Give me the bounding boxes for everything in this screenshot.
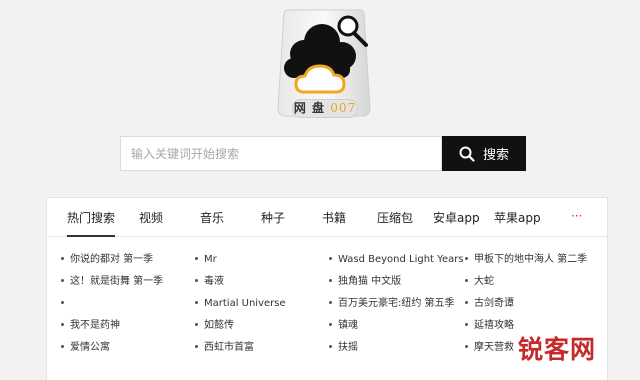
bullet-icon xyxy=(329,300,332,304)
hot-search-item-label: 独角猫 中文版 xyxy=(338,276,402,287)
logo-label-text: 网 盘 xyxy=(293,101,326,115)
hot-search-item[interactable]: 独角猫 中文版 xyxy=(329,276,401,288)
hot-search-item-label: 甲板下的地中海人 第二季 xyxy=(474,254,588,265)
site-logo[interactable]: 网 盘 007 xyxy=(270,8,378,120)
tab-more[interactable]: ··· xyxy=(571,209,582,223)
hot-search-item[interactable]: 毒液 xyxy=(195,276,224,288)
bullet-icon xyxy=(61,278,64,282)
tab-hot-search[interactable]: 热门搜索 xyxy=(67,209,116,237)
bullet-icon xyxy=(195,344,198,348)
bullet-icon xyxy=(329,256,332,260)
hot-search-item-label: Mr xyxy=(204,254,217,265)
hot-search-item[interactable]: 西虹市首富 xyxy=(195,342,254,354)
bullet-icon xyxy=(195,300,198,304)
hot-search-item[interactable]: Mr xyxy=(195,254,217,266)
bullet-icon xyxy=(195,278,198,282)
bullet-icon xyxy=(195,322,198,326)
bullet-icon xyxy=(465,322,468,326)
search-button-label: 搜索 xyxy=(482,148,509,163)
hot-search-item[interactable]: 百万美元豪宅:纽约 第五季 xyxy=(329,298,455,310)
hot-search-item-label: Martial Universe xyxy=(204,298,286,309)
tab-books[interactable]: 书籍 xyxy=(322,209,346,226)
hot-search-item[interactable]: 我不是药神 xyxy=(61,320,120,332)
bullet-icon xyxy=(61,344,64,348)
bullet-icon xyxy=(465,300,468,304)
tab-android-app[interactable]: 安卓app xyxy=(433,209,480,226)
logo-label-number: 007 xyxy=(330,101,357,115)
hot-search-item-label: Wasd Beyond Light Years xyxy=(338,254,464,265)
hot-search-item[interactable]: 甲板下的地中海人 第二季 xyxy=(465,254,587,266)
tab-ios-app[interactable]: 苹果app xyxy=(494,209,541,226)
hot-search-item-label: 古剑奇谭 xyxy=(474,298,514,309)
bullet-icon xyxy=(61,300,64,304)
hot-search-item-label: 延禧攻略 xyxy=(474,320,514,331)
bullet-icon xyxy=(329,322,332,326)
hot-search-item-label: 百万美元豪宅:纽约 第五季 xyxy=(338,298,455,309)
bullet-icon xyxy=(61,322,64,326)
hot-search-item[interactable]: 镇魂 xyxy=(329,320,358,332)
hot-search-item[interactable]: 延禧攻略 xyxy=(465,320,514,332)
hot-search-item[interactable]: 扶摇 xyxy=(329,342,358,354)
hot-search-item-label: 我不是药神 xyxy=(70,320,120,331)
category-tabs: 热门搜索 视频 音乐 种子 书籍 压缩包 安卓app 苹果app ··· xyxy=(47,198,607,237)
hot-search-item[interactable]: 你说的都对 第一季 xyxy=(61,254,153,266)
logo-label: 网 盘 007 xyxy=(292,99,358,118)
bullet-icon xyxy=(465,278,468,282)
bullet-icon xyxy=(465,256,468,260)
hot-search-item-label: 扶摇 xyxy=(338,342,358,353)
hot-search-item-label: 如懿传 xyxy=(204,320,234,331)
bullet-icon xyxy=(329,278,332,282)
hot-search-item-label: 大蛇 xyxy=(474,276,494,287)
tab-torrent[interactable]: 种子 xyxy=(261,209,285,226)
watermark: 锐客网 xyxy=(518,335,597,364)
tab-music[interactable]: 音乐 xyxy=(200,209,224,226)
hot-search-item-label: 爱情公寓 xyxy=(70,342,110,353)
bullet-icon xyxy=(61,256,64,260)
search-input[interactable] xyxy=(120,136,442,171)
tab-archives[interactable]: 压缩包 xyxy=(377,209,413,226)
hot-search-item[interactable]: 摩天营救 xyxy=(465,342,514,354)
hot-search-item-label: 摩天营救 xyxy=(474,342,514,353)
bullet-icon xyxy=(195,256,198,260)
hot-search-item[interactable]: 如懿传 xyxy=(195,320,234,332)
hot-search-item[interactable]: 这！就是街舞 第一季 xyxy=(61,276,163,288)
search-button[interactable]: 搜索 xyxy=(442,136,526,171)
search-icon xyxy=(459,146,475,162)
hot-search-item[interactable]: Wasd Beyond Light Years xyxy=(329,254,464,266)
hot-search-item[interactable]: Martial Universe xyxy=(195,298,286,310)
hot-search-item[interactable]: 爱情公寓 xyxy=(61,342,110,354)
bullet-icon xyxy=(329,344,332,348)
hot-search-item[interactable]: 大蛇 xyxy=(465,276,494,288)
hot-search-item[interactable] xyxy=(61,298,70,310)
hot-search-item-label: 西虹市首富 xyxy=(204,342,254,353)
search-bar: 搜索 xyxy=(120,136,526,171)
hot-search-item[interactable]: 古剑奇谭 xyxy=(465,298,514,310)
bullet-icon xyxy=(465,344,468,348)
hot-search-item-label: 你说的都对 第一季 xyxy=(70,254,154,265)
hot-search-item-label: 这！就是街舞 第一季 xyxy=(70,276,164,287)
hot-search-item-label: 毒液 xyxy=(204,276,224,287)
tab-video[interactable]: 视频 xyxy=(139,209,163,226)
hot-search-item-label: 镇魂 xyxy=(338,320,358,331)
